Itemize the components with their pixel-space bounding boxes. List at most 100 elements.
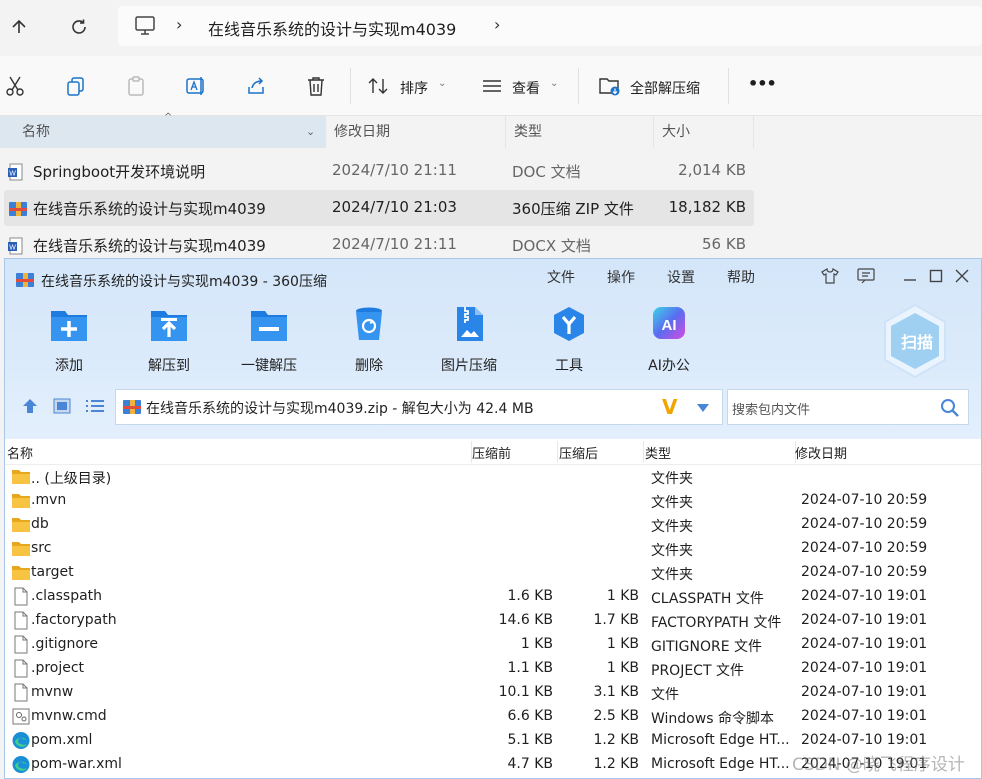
column-size[interactable]: 大小	[654, 116, 754, 148]
maximize-icon[interactable]	[925, 266, 947, 286]
zip-list-row[interactable]: mvnw.cmd 6.6 KB 2.5 KB Windows 命令脚本 2024-07-…	[5, 705, 981, 729]
paste-icon[interactable]	[124, 74, 148, 98]
chevron-down-icon[interactable]: ⌄	[306, 116, 315, 148]
zip-header: 在线音乐系统的设计与实现m4039 - 360压缩 文件 操作 设置 帮助 添加…	[5, 259, 981, 439]
zip-list-row[interactable]: .classpath 1.6 KB 1 KB CLASSPATH 文件 2024-07-…	[5, 585, 981, 609]
scan-button[interactable]: 扫描	[881, 303, 949, 379]
menu-settings[interactable]: 设置	[667, 267, 695, 287]
archive-path-box[interactable]: 在线音乐系统的设计与实现m4039.zip - 解包大小为 42.4 MB V	[115, 389, 723, 425]
file-size: 2,014 KB	[678, 161, 746, 179]
extract-to-button[interactable]: 解压到	[119, 305, 219, 375]
view-thumbnail-icon[interactable]	[53, 398, 71, 418]
svg-text:W: W	[9, 245, 16, 252]
extract-folder-icon[interactable]	[598, 74, 622, 98]
view-button[interactable]: 查看	[512, 78, 540, 98]
refresh-icon[interactable]	[64, 12, 94, 42]
row-size-after: 3.1 KB	[593, 684, 640, 700]
add-button[interactable]: 添加	[19, 305, 119, 375]
word-doc-icon: W	[8, 163, 23, 181]
tools-button[interactable]: 工具	[519, 305, 619, 375]
feedback-icon[interactable]	[855, 266, 877, 286]
column-after[interactable]: 压缩后	[559, 443, 598, 462]
column-type[interactable]: 类型	[506, 116, 654, 148]
row-name: .mvn	[31, 492, 67, 508]
close-icon[interactable]	[951, 266, 973, 286]
delete-button[interactable]: 删除	[319, 305, 419, 375]
column-name[interactable]: 名称 ⌄	[0, 116, 326, 148]
sort-icon[interactable]	[366, 74, 390, 98]
copy-icon[interactable]	[64, 74, 88, 98]
row-type: 文件夹	[651, 543, 693, 559]
address-bar[interactable]: › 在线音乐系统的设计与实现m4039 ›	[118, 6, 982, 46]
chevron-down-icon[interactable]: ⌄	[438, 78, 446, 89]
word-docx-icon: W	[8, 237, 23, 255]
svg-text:AI: AI	[662, 317, 677, 334]
image-compress-button[interactable]: 图片压缩	[419, 305, 519, 375]
one-click-extract-button[interactable]: 一键解压	[219, 305, 319, 375]
dropdown-arrow-icon[interactable]	[696, 403, 710, 413]
zip-list-row[interactable]: mvnw 10.1 KB 3.1 KB 文件 2024-07-10 19:01	[5, 681, 981, 705]
sort-button[interactable]: 排序	[400, 78, 428, 98]
add-icon	[51, 311, 87, 341]
zip-list-row[interactable]: .. (上级目录) 文件夹	[5, 465, 981, 489]
zip-list-row[interactable]: .factorypath 14.6 KB 1.7 KB FACTORYPATH 文件 2…	[5, 609, 981, 633]
search-icon[interactable]	[940, 398, 960, 418]
zip-list-row[interactable]: src 文件夹 2024-07-10 20:59	[5, 537, 981, 561]
row-size-after: 1.2 KB	[593, 756, 640, 772]
menu-help[interactable]: 帮助	[727, 267, 755, 287]
row-size-before: 6.6 KB	[507, 708, 554, 724]
zip-list-row[interactable]: .gitignore 1 KB 1 KB GITIGNORE 文件 2024-07-10…	[5, 633, 981, 657]
file-icon	[11, 659, 31, 678]
zip-list-row[interactable]: .mvn 文件夹 2024-07-10 20:59	[5, 489, 981, 513]
file-row[interactable]: W Springboot开发环境说明 2024/7/10 21:11 DOC 文…	[0, 153, 982, 189]
zip-window-title: 在线音乐系统的设计与实现m4039 - 360压缩	[41, 274, 327, 290]
row-name: pom-war.xml	[31, 756, 122, 772]
view-list-icon[interactable]	[85, 398, 105, 418]
explorer-address-row: › 在线音乐系统的设计与实现m4039 ›	[0, 0, 982, 56]
delete-button-label: 删除	[355, 358, 383, 374]
share-icon[interactable]	[244, 74, 268, 98]
archive-search-input[interactable]: 搜索包内文件	[727, 389, 969, 425]
column-before[interactable]: 压缩前	[472, 443, 511, 462]
zip-list-row[interactable]: db 文件夹 2024-07-10 20:59	[5, 513, 981, 537]
view-list-icon[interactable]	[480, 74, 504, 98]
minimize-icon[interactable]	[899, 266, 921, 286]
menu-file[interactable]: 文件	[547, 267, 575, 287]
row-size-after: 1 KB	[606, 588, 639, 604]
row-size-before: 5.1 KB	[507, 732, 554, 748]
chevron-down-icon[interactable]: ⌄	[550, 78, 558, 89]
up-level-icon[interactable]	[21, 398, 39, 418]
column-modified[interactable]: 修改日期	[326, 116, 506, 148]
row-modified: 2024-07-10 19:01	[801, 588, 928, 604]
ai-office-button[interactable]: AI AI办公	[619, 305, 719, 375]
breadcrumb-chevron-icon[interactable]: ›	[494, 15, 500, 34]
column-type[interactable]: 类型	[645, 443, 671, 462]
zip-archive-icon	[9, 202, 27, 216]
zip-list-row[interactable]: target 文件夹 2024-07-10 20:59	[5, 561, 981, 585]
row-name: mvnw.cmd	[31, 708, 107, 724]
rename-icon[interactable]	[184, 74, 208, 98]
file-name: Springboot开发环境说明	[33, 163, 206, 181]
folder-icon	[11, 491, 31, 510]
extract-all-button[interactable]: 全部解压缩	[630, 78, 700, 98]
sort-ascending-icon: ^	[164, 112, 173, 123]
ai-office-icon: AI	[653, 307, 685, 339]
cut-icon[interactable]	[4, 74, 28, 98]
add-button-label: 添加	[55, 358, 83, 374]
column-modified[interactable]: 修改日期	[795, 443, 847, 462]
breadcrumb-chevron-icon: ›	[176, 15, 183, 34]
menu-operate[interactable]: 操作	[607, 267, 635, 287]
column-name[interactable]: 名称	[7, 443, 33, 462]
skin-shirt-icon[interactable]	[819, 266, 841, 286]
up-arrow-icon[interactable]	[4, 12, 34, 42]
zip-list-row[interactable]: .project 1.1 KB 1 KB PROJECT 文件 2024-07-10 1…	[5, 657, 981, 681]
file-row-selected[interactable]: 在线音乐系统的设计与实现m4039 2024/7/10 21:03 360压缩 …	[4, 190, 754, 226]
row-size-after: 1.2 KB	[593, 732, 640, 748]
more-options-icon[interactable]: •••	[748, 74, 777, 93]
row-modified: 2024-07-10 19:01	[801, 636, 928, 652]
row-type: 文件夹	[651, 519, 693, 535]
row-type: PROJECT 文件	[651, 663, 744, 679]
breadcrumb-current[interactable]: 在线音乐系统的设计与实现m4039	[208, 16, 456, 40]
archive-path: 在线音乐系统的设计与实现m4039.zip - 解包大小为 42.4 MB	[146, 401, 534, 417]
trash-icon[interactable]	[304, 74, 328, 98]
